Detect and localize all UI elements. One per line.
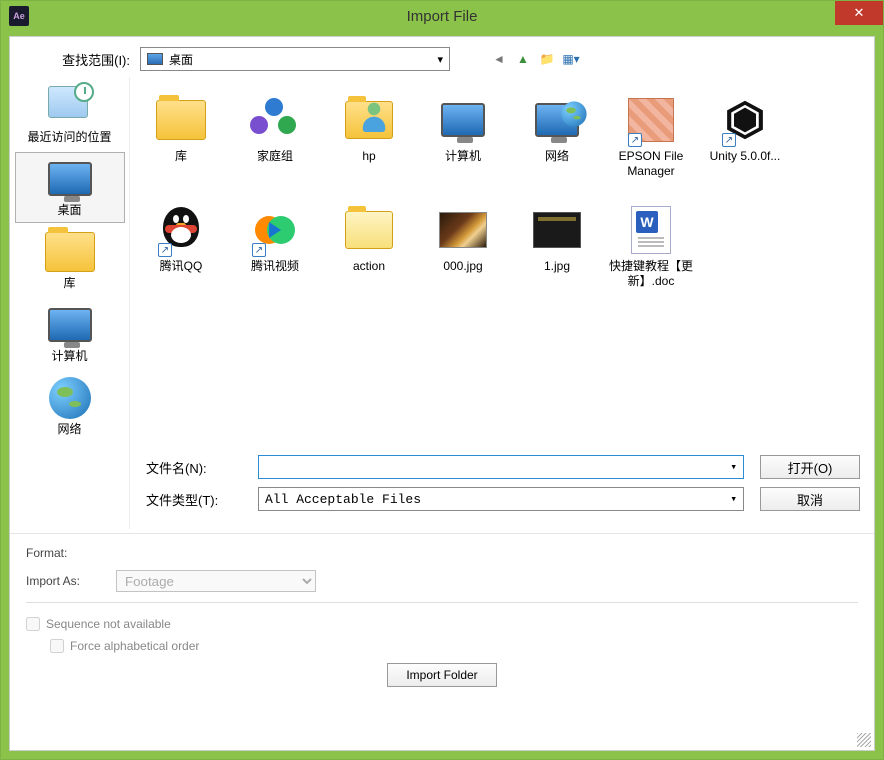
checkbox-input[interactable] <box>26 617 40 631</box>
network-icon <box>49 377 91 419</box>
import-folder-button[interactable]: Import Folder <box>387 663 496 687</box>
lookin-combo[interactable]: 桌面 ▾ <box>140 47 450 71</box>
file-list[interactable]: 库 家庭组 hp <box>130 77 874 529</box>
place-label: 网络 <box>16 420 124 437</box>
computer-icon <box>441 103 485 137</box>
middle-panel: 最近访问的位置 桌面 库 计算机 网络 <box>10 77 874 529</box>
recent-icon <box>48 86 92 126</box>
item-label: 000.jpg <box>416 259 510 274</box>
shortcut-icon: ↗ <box>158 243 172 257</box>
place-network[interactable]: 网络 <box>15 371 125 442</box>
format-label: Format: <box>26 546 116 560</box>
place-recent[interactable]: 最近访问的位置 <box>15 79 125 150</box>
list-item-000jpg[interactable]: 000.jpg <box>416 201 510 289</box>
window-frame: Ae Import File ✕ 查找范围(I): 桌面 ▾ ◄ ▲ 📁 ▦▾ <box>0 0 884 760</box>
checkbox-label: Force alphabetical order <box>70 639 199 653</box>
list-item-qq[interactable]: ↗ 腾讯QQ <box>134 201 228 289</box>
cancel-button[interactable]: 取消 <box>760 487 860 511</box>
item-label: EPSON File Manager <box>604 149 698 179</box>
list-item-epson[interactable]: ↗ EPSON File Manager <box>604 91 698 179</box>
chevron-down-icon[interactable]: ▾ <box>730 460 737 474</box>
open-button[interactable]: 打开(O) <box>760 455 860 479</box>
shortcut-icon: ↗ <box>722 133 736 147</box>
lookin-value: 桌面 <box>169 51 193 68</box>
titlebar[interactable]: Ae Import File ✕ <box>1 1 883 31</box>
checkbox-label: Sequence not available <box>46 617 171 631</box>
folder-icon <box>156 100 206 140</box>
sequence-checkbox[interactable]: Sequence not available <box>26 617 858 631</box>
item-label: 库 <box>134 149 228 164</box>
divider <box>26 602 858 603</box>
item-label: 腾讯视频 <box>228 259 322 274</box>
list-item-network[interactable]: 网络 <box>510 91 604 179</box>
image-thumb-icon <box>533 212 581 248</box>
resize-grip-icon[interactable] <box>857 733 871 747</box>
item-label: 计算机 <box>416 149 510 164</box>
place-label: 库 <box>16 274 124 291</box>
new-folder-icon[interactable]: 📁 <box>538 50 556 68</box>
place-computer[interactable]: 计算机 <box>15 298 125 369</box>
list-item-libraries[interactable]: 库 <box>134 91 228 179</box>
desktop-icon <box>147 53 163 65</box>
view-menu-icon[interactable]: ▦▾ <box>562 50 580 68</box>
import-options: Format: Import As: Footage Sequence not … <box>10 533 874 695</box>
nav-toolbar: ◄ ▲ 📁 ▦▾ <box>490 50 580 68</box>
computer-icon <box>48 308 92 342</box>
list-item-computer[interactable]: 计算机 <box>416 91 510 179</box>
places-bar: 最近访问的位置 桌面 库 计算机 网络 <box>10 77 130 529</box>
list-item-homegroup[interactable]: 家庭组 <box>228 91 322 179</box>
back-icon[interactable]: ◄ <box>490 50 508 68</box>
word-doc-icon: W <box>631 206 671 254</box>
item-label: 1.jpg <box>510 259 604 274</box>
place-label: 桌面 <box>16 201 124 218</box>
item-label: 快捷键教程【更新】.doc <box>604 259 698 289</box>
place-label: 最近访问的位置 <box>16 128 124 145</box>
filetype-select[interactable]: All Acceptable Files ▾ <box>258 487 744 511</box>
homegroup-icon <box>250 98 300 142</box>
list-item-action[interactable]: action <box>322 201 416 289</box>
item-label: Unity 5.0.0f... <box>698 149 792 164</box>
close-button[interactable]: ✕ <box>835 1 883 25</box>
filename-label: 文件名(N): <box>138 458 258 477</box>
desktop-icon <box>48 162 92 196</box>
file-fields: 文件名(N): ▾ 打开(O) 文件类型(T): All Acceptable … <box>130 455 874 519</box>
filetype-label: 文件类型(T): <box>138 490 258 509</box>
dialog-body: 查找范围(I): 桌面 ▾ ◄ ▲ 📁 ▦▾ 最近访问的位置 <box>9 36 875 751</box>
libraries-icon <box>45 232 95 272</box>
lookin-bar: 查找范围(I): 桌面 ▾ ◄ ▲ 📁 ▦▾ <box>10 37 874 77</box>
list-item-tvideo[interactable]: ↗ 腾讯视频 <box>228 201 322 289</box>
window-title: Import File <box>407 8 478 25</box>
place-libraries[interactable]: 库 <box>15 225 125 296</box>
up-icon[interactable]: ▲ <box>514 50 532 68</box>
import-as-select[interactable]: Footage <box>116 570 316 592</box>
globe-icon <box>561 101 586 126</box>
item-label: 网络 <box>510 149 604 164</box>
list-item-doc[interactable]: W 快捷键教程【更新】.doc <box>604 201 698 289</box>
list-item-unity[interactable]: ↗ Unity 5.0.0f... <box>698 91 792 179</box>
checkbox-input[interactable] <box>50 639 64 653</box>
filename-input[interactable]: ▾ <box>258 455 744 479</box>
folder-icon <box>345 211 393 249</box>
image-thumb-icon <box>439 212 487 248</box>
shortcut-icon: ↗ <box>252 243 266 257</box>
list-item-1jpg[interactable]: 1.jpg <box>510 201 604 289</box>
filetype-value: All Acceptable Files <box>265 492 421 507</box>
chevron-down-icon: ▾ <box>437 53 443 66</box>
place-desktop[interactable]: 桌面 <box>15 152 125 223</box>
folder-icon <box>345 101 393 139</box>
list-item-hp[interactable]: hp <box>322 91 416 179</box>
place-label: 计算机 <box>16 347 124 364</box>
app-icon: Ae <box>9 6 29 26</box>
alpha-order-checkbox[interactable]: Force alphabetical order <box>50 639 858 653</box>
item-label: action <box>322 259 416 274</box>
item-label: 腾讯QQ <box>134 259 228 274</box>
lookin-label: 查找范围(I): <box>20 50 130 69</box>
item-label: 家庭组 <box>228 149 322 164</box>
import-as-label: Import As: <box>26 574 116 588</box>
item-label: hp <box>322 149 416 164</box>
shortcut-icon: ↗ <box>628 133 642 147</box>
chevron-down-icon[interactable]: ▾ <box>730 492 737 506</box>
close-icon: ✕ <box>854 5 865 21</box>
